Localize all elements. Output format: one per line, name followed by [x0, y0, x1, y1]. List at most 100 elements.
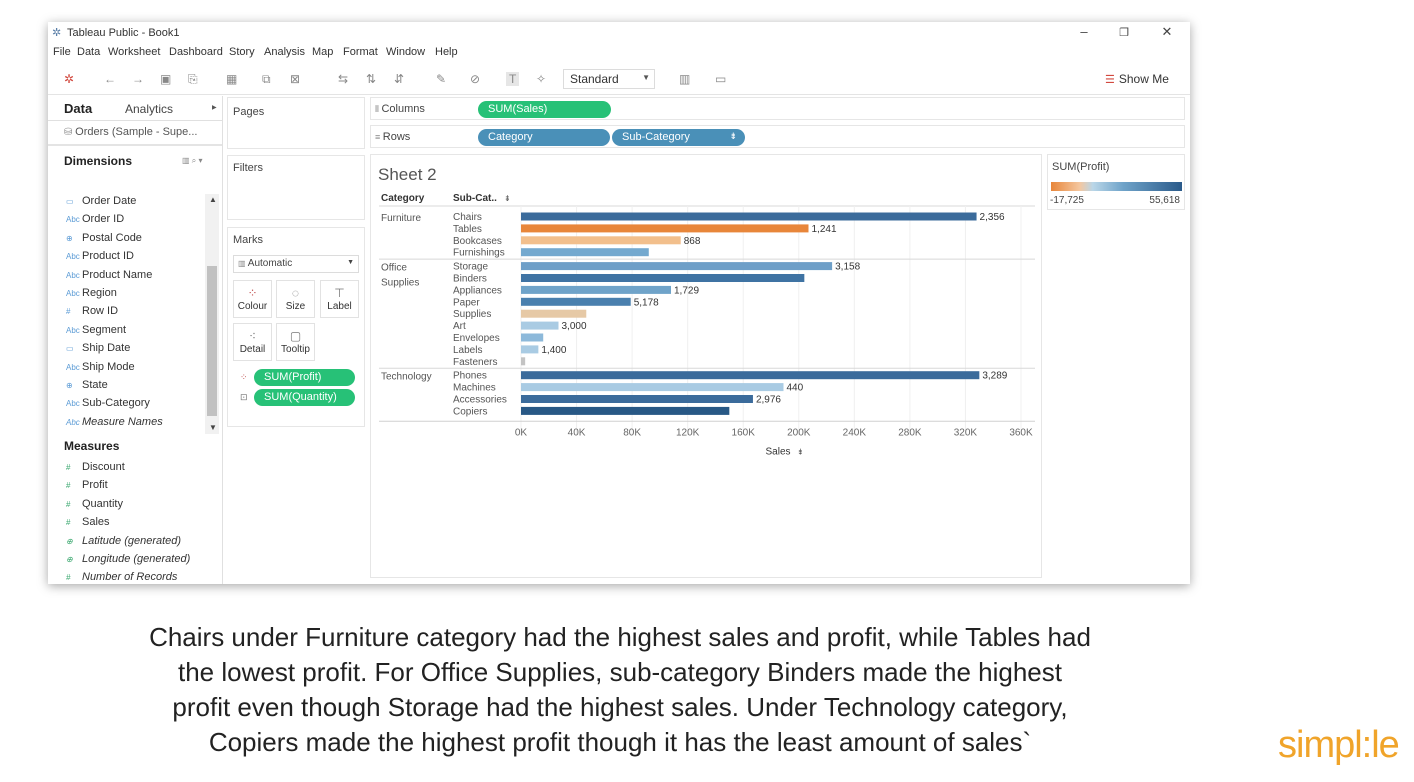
- colour-button[interactable]: ⁘ Colour: [233, 280, 272, 318]
- group-icon[interactable]: ⊘: [470, 72, 480, 86]
- dimension-field[interactable]: Abc Order ID: [66, 213, 124, 225]
- dimension-field[interactable]: ▭ Ship Date: [66, 342, 130, 354]
- data-label: 868: [684, 236, 701, 247]
- size-label: Size: [285, 301, 306, 312]
- dimension-field[interactable]: Abc Region: [66, 287, 117, 299]
- measure-field[interactable]: ⊕ Longitude (generated): [66, 553, 190, 565]
- calendar-icon: ▭: [66, 197, 74, 206]
- bar: [521, 406, 730, 415]
- scroll-up-icon[interactable]: ▲: [209, 195, 217, 204]
- datasource-item[interactable]: ⛁ Orders (Sample - Supe...: [64, 126, 197, 138]
- redo-icon[interactable]: →: [132, 72, 144, 86]
- columns-shelf[interactable]: ⦀ Columns SUM(Sales): [370, 97, 1185, 120]
- colour-pill[interactable]: SUM(Profit): [254, 369, 355, 386]
- pages-card[interactable]: Pages: [227, 97, 365, 149]
- tooltip-button[interactable]: ▢ Tooltip: [276, 323, 315, 361]
- field-label: Profit: [82, 479, 108, 492]
- mark-type-select[interactable]: ▥ Automatic ▼: [233, 255, 359, 273]
- label-button[interactable]: ⊤ Label: [320, 280, 359, 318]
- new-worksheet-icon[interactable]: ▦: [226, 72, 237, 86]
- field-label: Discount: [82, 461, 125, 473]
- datasource-label: Orders (Sample - Supe...: [75, 126, 198, 138]
- rows-pill-subcategory[interactable]: Sub-Category ⇟: [612, 129, 745, 146]
- sort-ascending-icon[interactable]: ⇅: [366, 72, 376, 86]
- clear-sheet-icon[interactable]: ⊠: [290, 72, 300, 86]
- dimension-field[interactable]: ▭ Order Date: [66, 195, 136, 207]
- menu-file[interactable]: File: [53, 46, 71, 58]
- bar: [521, 248, 649, 257]
- abc-icon: Abc: [66, 270, 80, 280]
- dimension-field[interactable]: ⊕ State: [66, 379, 108, 391]
- highlight-icon[interactable]: ✎: [436, 72, 446, 86]
- x-tick-label: 360K: [1009, 427, 1033, 438]
- rows-shelf[interactable]: ≡ Rows Category Sub-Category ⇟: [370, 125, 1185, 148]
- dimension-field[interactable]: Abc Product Name: [66, 269, 152, 281]
- dimension-field[interactable]: Abc Product ID: [66, 250, 134, 262]
- measure-field[interactable]: # Discount: [66, 461, 125, 473]
- dimensions-scroll-thumb[interactable]: [207, 266, 217, 416]
- caption: Chairs under Furniture category had the …: [0, 620, 1240, 760]
- size-button[interactable]: ◌ Size: [276, 280, 315, 318]
- detail-button[interactable]: ⁖ Detail: [233, 323, 272, 361]
- toolbar: ✲ ← → ▣ ⎘ ▦ ⧉ ⊠ ⇆ ⇅ ⇵ ✎ ⊘ T ✧ Standard ▼…: [48, 64, 1190, 95]
- measure-field[interactable]: # Number of Records: [66, 571, 177, 583]
- dimension-field[interactable]: Abc Segment: [66, 324, 126, 336]
- menu-window[interactable]: Window: [386, 46, 425, 58]
- subcategory-label: Appliances: [453, 285, 502, 296]
- close-button[interactable]: ✕: [1157, 24, 1177, 40]
- dimension-field[interactable]: Abc Measure Names: [66, 416, 163, 428]
- calendar-icon: ▭: [66, 344, 74, 354]
- swap-icon[interactable]: ⇆: [338, 72, 348, 86]
- duplicate-sheet-icon[interactable]: ⧉: [262, 72, 271, 87]
- menu-map[interactable]: Map: [312, 46, 333, 58]
- tab-analytics[interactable]: Analytics: [125, 102, 173, 116]
- measure-field[interactable]: ⊕ Latitude (generated): [66, 535, 181, 547]
- scroll-down-icon[interactable]: ▼: [209, 423, 217, 432]
- tab-data[interactable]: Data: [64, 101, 92, 116]
- menu-data[interactable]: Data: [77, 46, 100, 58]
- measure-field[interactable]: # Profit: [66, 479, 108, 491]
- dimension-field[interactable]: Abc Sub-Category: [66, 397, 150, 409]
- show-me-button[interactable]: ☰ Show Me: [1105, 72, 1169, 86]
- fit-select[interactable]: Standard ▼: [563, 69, 655, 89]
- restore-button[interactable]: ❐: [1114, 26, 1134, 39]
- rows-icon: ≡: [375, 132, 383, 142]
- minimize-button[interactable]: –: [1074, 24, 1094, 39]
- chart-options-icon[interactable]: ▥: [679, 72, 690, 86]
- pin-icon[interactable]: ✧: [536, 72, 546, 86]
- simplilearn-logo: simpl:le: [1278, 724, 1400, 766]
- menu-worksheet[interactable]: Worksheet: [108, 46, 160, 58]
- menu-format[interactable]: Format: [343, 46, 378, 58]
- bar: [521, 321, 559, 330]
- rows-pill-category[interactable]: Category: [478, 129, 610, 146]
- pane-menu-icon[interactable]: ▶: [212, 104, 217, 111]
- dimension-field[interactable]: ⊕ Postal Code: [66, 232, 142, 244]
- field-label: Measure Names: [82, 415, 163, 428]
- menu-help[interactable]: Help: [435, 46, 458, 58]
- menu-dashboard[interactable]: Dashboard: [169, 46, 223, 58]
- save-icon[interactable]: ▣: [160, 72, 171, 86]
- sheet-view: Sheet 2 Category Sub-Cat.. ⇟ Furniture Chair…: [370, 154, 1042, 578]
- dimensions-tools-icon[interactable]: ▥ ⌕ ▾: [182, 156, 203, 166]
- show-labels-icon[interactable]: T: [506, 72, 520, 86]
- add-datasource-icon[interactable]: ⎘: [188, 72, 198, 87]
- measure-field[interactable]: # Quantity: [66, 498, 123, 510]
- dimension-field[interactable]: # Row ID: [66, 305, 118, 317]
- measure-field[interactable]: # Sales: [66, 516, 110, 528]
- sort-descending-icon[interactable]: ⇵: [394, 72, 404, 86]
- filters-card[interactable]: Filters: [227, 155, 365, 220]
- mark-type-value: Automatic: [247, 258, 293, 269]
- legend-max-label: 55,618: [1149, 195, 1180, 206]
- undo-icon[interactable]: ←: [104, 72, 116, 86]
- presentation-icon[interactable]: ▭: [715, 72, 726, 86]
- dimension-field[interactable]: Abc Ship Mode: [66, 361, 135, 373]
- columns-pill-sales[interactable]: SUM(Sales): [478, 101, 611, 118]
- abc-icon: Abc: [66, 215, 80, 225]
- chevron-down-icon: ▼: [347, 259, 354, 266]
- tableau-window: ✲ Tableau Public - Book1 – ❐ ✕ File Data…: [48, 22, 1190, 584]
- label-pill[interactable]: SUM(Quantity): [254, 389, 355, 406]
- tableau-logo-icon[interactable]: ✲: [64, 72, 74, 86]
- filters-title: Filters: [233, 162, 263, 174]
- menu-analysis[interactable]: Analysis: [264, 46, 305, 58]
- menu-story[interactable]: Story: [229, 46, 255, 58]
